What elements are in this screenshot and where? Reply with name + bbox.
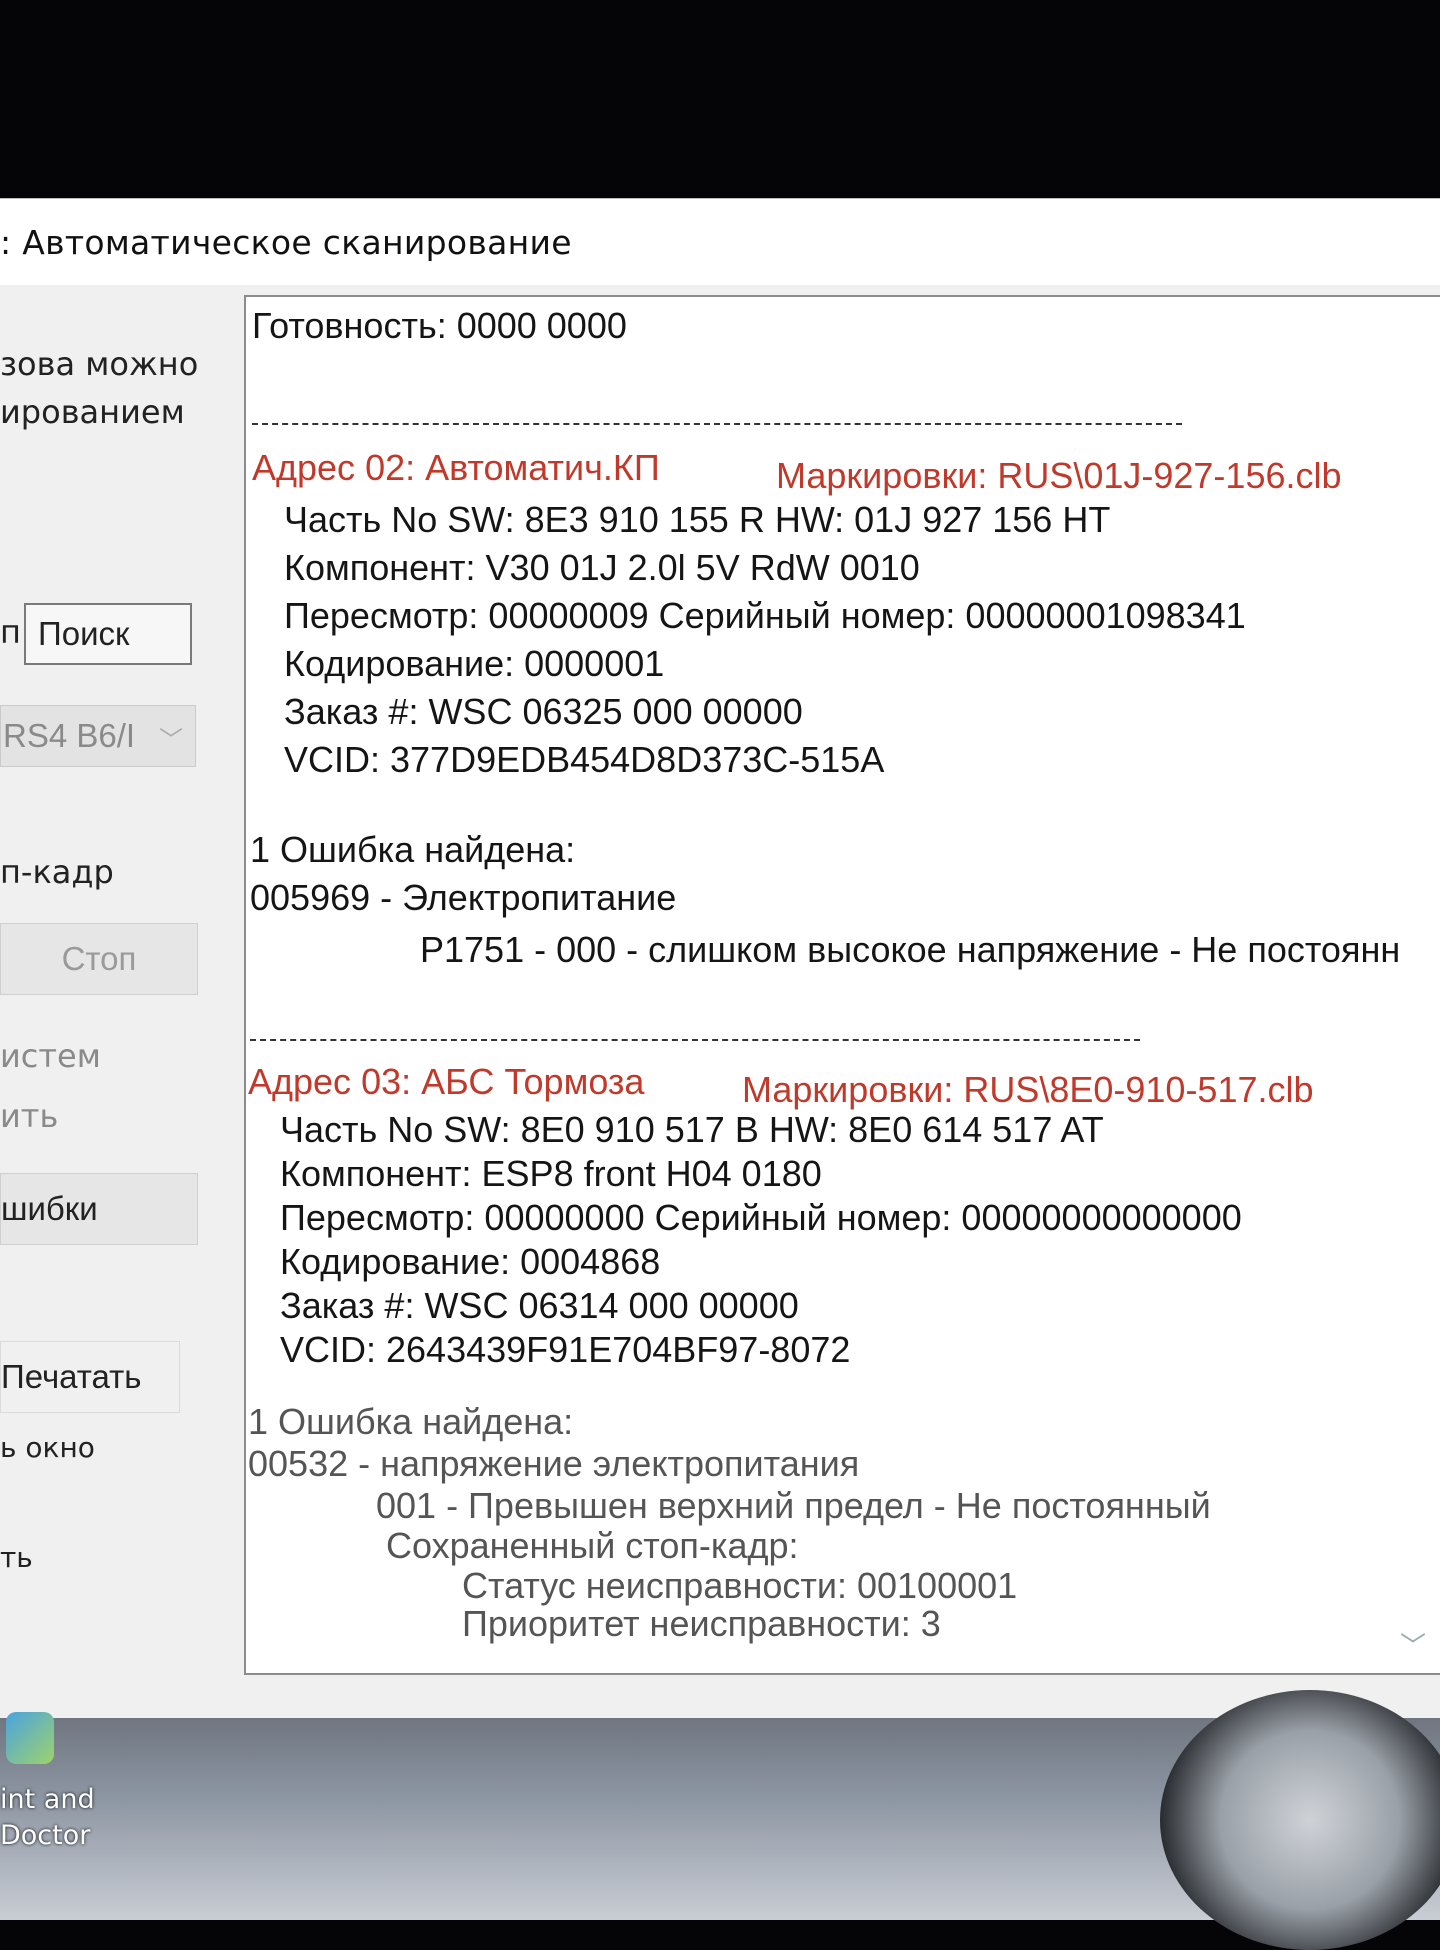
readiness-line: Готовность: 0000 0000 bbox=[252, 305, 627, 346]
info-text-line-2: ированием bbox=[0, 393, 185, 431]
module-03-freeze-frame: Сохраненный стоп-кадр: bbox=[386, 1525, 799, 1566]
search-button[interactable]: Поиск bbox=[24, 603, 192, 665]
separator bbox=[250, 1039, 1140, 1041]
module-02-revision: Пересмотр: 00000009 Серийный номер: 0000… bbox=[284, 595, 1246, 636]
module-03-fault-count: 1 Ошибка найдена: bbox=[248, 1401, 574, 1442]
search-prefix-label: п bbox=[0, 613, 21, 651]
model-select[interactable]: RS4 B6/I ﹀ bbox=[0, 705, 196, 767]
errors-button-label: шибки bbox=[1, 1190, 98, 1227]
model-select-value: RS4 B6/I bbox=[3, 717, 136, 754]
desktop-icon-label-2[interactable]: Doctor bbox=[0, 1820, 90, 1851]
scan-log[interactable]: Готовность: 0000 0000 Адрес 02: Автомати… bbox=[244, 295, 1440, 1675]
module-02-fault-code: 005969 - Электропитание bbox=[250, 877, 677, 918]
module-02-component: Компонент: V30 01J 2.0l 5V RdW 0010 bbox=[284, 547, 920, 588]
module-03-address: Адрес 03: АБС Тормоза bbox=[248, 1061, 645, 1102]
module-02-part-no: Часть No SW: 8E3 910 155 R HW: 01J 927 1… bbox=[284, 499, 1111, 540]
module-03-coding: Кодирование: 0004868 bbox=[280, 1241, 661, 1282]
desktop-icon-label-1[interactable]: int and bbox=[0, 1784, 95, 1815]
module-02-labels: Маркировки: RUS\01J-927-156.clb bbox=[776, 455, 1342, 496]
print-doctor-icon[interactable] bbox=[6, 1712, 54, 1764]
clear-button[interactable]: ить bbox=[0, 1097, 58, 1135]
close-window-button[interactable]: ь окно bbox=[0, 1431, 95, 1464]
module-02-fault-count: 1 Ошибка найдена: bbox=[250, 829, 576, 870]
module-02-vcid: VCID: 377D9EDB454D8D373C-515A bbox=[284, 739, 885, 780]
module-03-fault-detail: 001 - Превышен верхний предел - Не посто… bbox=[376, 1485, 1211, 1526]
module-03-fault-code: 00532 - напряжение электропитания bbox=[248, 1443, 860, 1484]
module-02-fault-detail: P1751 - 000 - слишком высокое напряжение… bbox=[420, 929, 1401, 970]
left-panel: зова можно ированием п Поиск RS4 B6/I ﹀ … bbox=[0, 285, 240, 1719]
module-03-fault-status: Статус неисправности: 00100001 bbox=[462, 1565, 1018, 1606]
freeze-frame-checkbox-label[interactable]: п-кадр bbox=[0, 853, 114, 891]
module-03-component: Компонент: ESP8 front H04 0180 bbox=[280, 1153, 822, 1194]
module-02-order: Заказ #: WSC 06325 000 00000 bbox=[284, 691, 803, 732]
info-text-line-1: зова можно bbox=[0, 345, 199, 383]
errors-button[interactable]: шибки bbox=[0, 1173, 198, 1245]
separator bbox=[252, 423, 1182, 425]
module-03-order: Заказ #: WSC 06314 000 00000 bbox=[280, 1285, 799, 1326]
module-03-fault-priority: Приоритет неисправности: 3 bbox=[462, 1603, 941, 1644]
module-02-address: Адрес 02: Автоматич.КП bbox=[252, 447, 660, 488]
module-03-vcid: VCID: 2643439F91E704BF97-8072 bbox=[280, 1329, 851, 1370]
systems-label: истем bbox=[0, 1037, 101, 1075]
exit-button[interactable]: ть bbox=[0, 1541, 33, 1574]
module-03-part-no: Часть No SW: 8E0 910 517 B HW: 8E0 614 5… bbox=[280, 1109, 1104, 1150]
car-wheel-image bbox=[1160, 1690, 1440, 1950]
print-button[interactable]: Печатать bbox=[0, 1341, 180, 1413]
auto-scan-window: : Автоматическое сканирование зова можно… bbox=[0, 198, 1440, 1719]
module-03-labels: Маркировки: RUS\8E0-910-517.clb bbox=[742, 1069, 1314, 1110]
scroll-down-icon[interactable]: ﹀ bbox=[1400, 1626, 1426, 1663]
title-bar: : Автоматическое сканирование bbox=[0, 199, 1440, 285]
module-03-revision: Пересмотр: 00000000 Серийный номер: 0000… bbox=[280, 1197, 1242, 1238]
print-button-label: Печатать bbox=[1, 1358, 142, 1395]
stop-button[interactable]: Стоп bbox=[0, 923, 198, 995]
chevron-down-icon: ﹀ bbox=[159, 727, 183, 754]
module-02-coding: Кодирование: 0000001 bbox=[284, 643, 665, 684]
window-title: : Автоматическое сканирование bbox=[0, 222, 572, 262]
